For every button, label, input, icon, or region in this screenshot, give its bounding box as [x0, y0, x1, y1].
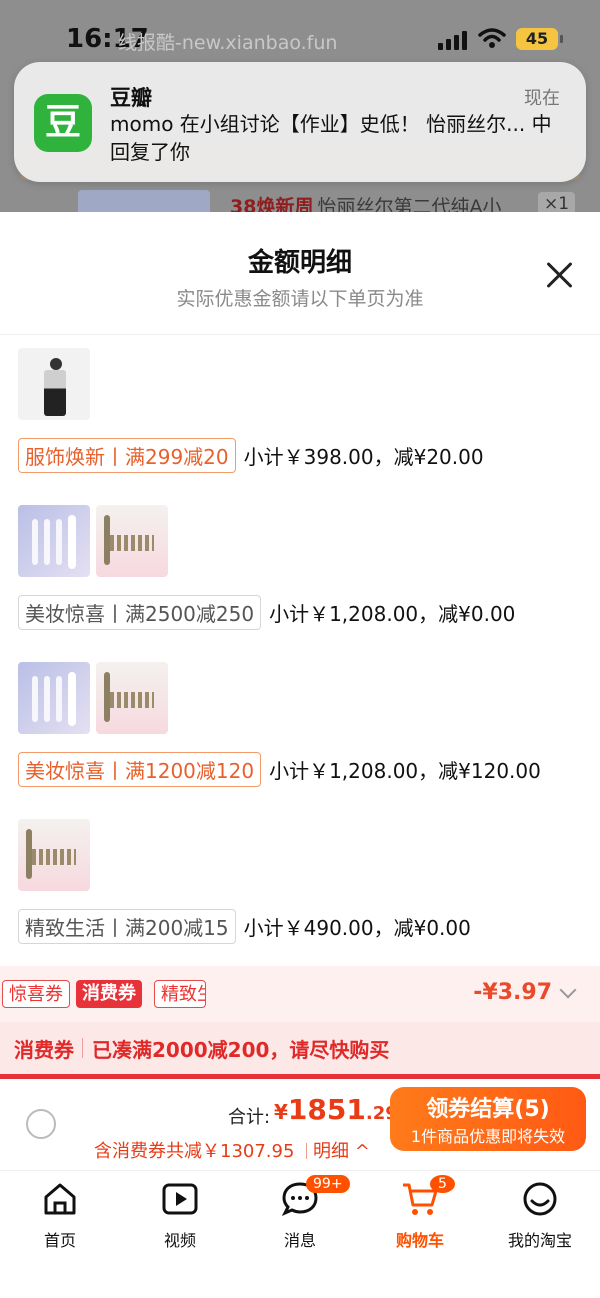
tab-label: 购物车 [395, 1231, 444, 1250]
coupon-tab-consumer[interactable]: 消费券 [76, 980, 142, 1008]
douban-app-icon: 豆 [34, 94, 92, 152]
discount-tag: 美妆惊喜丨满1200减120 [18, 752, 262, 787]
discount-group: 美妆惊喜丨满2500减250 小计￥1,208.00，减¥0.00 [18, 505, 515, 630]
coupon-message-label: 消费券 [14, 1038, 74, 1062]
tab-home[interactable]: 首页 [10, 1179, 110, 1251]
select-all-checkbox[interactable] [26, 1109, 56, 1139]
coupon-message-bar: 消费券 已凑满2000减200，请尽快购买 [0, 1022, 600, 1074]
battery-icon: 45 [516, 28, 563, 50]
sheet-subtitle: 实际优惠金额请以下单页为准 [176, 288, 424, 310]
discount-group: 美妆惊喜丨满1200减120 小计￥1,208.00，减¥120.00 [18, 662, 541, 787]
coupon-tab-lifestyle[interactable]: 精致生 [154, 980, 206, 1008]
discount-summary: 含消费券共减￥1307.95 [94, 1141, 295, 1162]
background-item-thumbnail [78, 190, 210, 212]
total-price: ¥1851.29 [274, 1093, 398, 1126]
product-thumbnail-clothing[interactable] [18, 348, 90, 420]
tab-label: 视频 [163, 1231, 196, 1250]
push-notification[interactable]: 豆 豆瓣 现在 momo 在小组讨论【作业】史低！ 怡丽丝尔... 中回复了你 [14, 62, 586, 182]
checkout-button[interactable]: 领券结算(5) 1件商品优惠即将失效 [390, 1087, 586, 1151]
sheet-divider [0, 334, 600, 335]
background-item-name: 怡丽丝尔第二代纯A小 [317, 196, 502, 212]
cart-count-badge: 5 [430, 1175, 455, 1193]
tab-my-taobao[interactable]: 我的淘宝 [490, 1179, 590, 1251]
tab-label: 消息 [283, 1231, 316, 1250]
checkout-bar: 合计: ¥1851.29 含消费券共减￥1307.95 明细 ^ 领券结算(5)… [0, 1079, 600, 1170]
cellular-signal-icon [438, 30, 467, 50]
subtotal-text: 小计￥490.00，减¥0.00 [243, 916, 471, 940]
coupon-strip: 惊喜券 消费券 精致生 -¥3.97 [0, 966, 600, 1022]
watermark: 线报酷-new.xianbao.fun [118, 32, 338, 54]
discount-tag: 精致生活丨满200减15 [18, 909, 236, 944]
total-label: 合计: [228, 1107, 271, 1128]
product-thumbnail-toothbrush[interactable] [18, 505, 90, 577]
home-icon [44, 1183, 76, 1215]
checkout-button-sublabel: 1件商品优惠即将失效 [410, 1127, 566, 1146]
chevron-up-icon: ^ [349, 1141, 370, 1162]
divider [82, 1038, 83, 1058]
notification-app-name: 豆瓣 [110, 86, 152, 110]
sheet-title: 金额明细 [247, 248, 352, 278]
tab-messages[interactable]: 99+ 消息 [250, 1175, 350, 1251]
coupon-amount[interactable]: -¥3.97 [473, 980, 552, 1005]
detail-toggle[interactable]: 明细 ^ [306, 1137, 370, 1163]
profile-icon [523, 1182, 557, 1216]
detail-label: 明细 [313, 1141, 349, 1162]
unread-badge: 99+ [306, 1175, 350, 1193]
coupon-message-text: 已凑满2000减200，请尽快购买 [92, 1038, 390, 1062]
discount-tag: 服饰焕新丨满299减20 [18, 438, 236, 473]
discount-group: 服饰焕新丨满299减20 小计￥398.00，减¥20.00 [18, 348, 484, 473]
total-integer: 1851 [287, 1093, 366, 1126]
background-item-title: 38焕新周 怡丽丝尔第二代纯A小 [230, 192, 501, 212]
wifi-icon [478, 28, 506, 48]
subtotal-text: 小计￥398.00，减¥20.00 [243, 445, 484, 469]
checkout-button-label: 领券结算(5) [426, 1097, 550, 1122]
status-bar: 16:17 线报酷-new.xianbao.fun 45 [0, 0, 600, 70]
bottom-tab-bar: 首页 视频 99+ 消息 5 购物车 我的淘宝 [0, 1170, 600, 1298]
tab-label: 我的淘宝 [507, 1231, 572, 1250]
subtotal-text: 小计￥1,208.00，减¥120.00 [269, 759, 541, 783]
amount-detail-sheet: 金额明细 实际优惠金额请以下单页为准 服饰焕新丨满299减20 小计￥398.0… [0, 212, 600, 1298]
background-item-tag: 38焕新周 [230, 196, 314, 212]
video-icon [162, 1183, 198, 1215]
discount-tag: 美妆惊喜丨满2500减250 [18, 595, 262, 630]
subtotal-text: 小计￥1,208.00，减¥0.00 [269, 602, 516, 626]
currency-symbol: ¥ [274, 1100, 288, 1124]
chevron-down-icon[interactable] [559, 981, 577, 999]
coupon-tab-surprise[interactable]: 惊喜券 [2, 980, 70, 1008]
product-thumbnail-beauty[interactable] [96, 505, 168, 577]
product-thumbnail-beauty[interactable] [96, 662, 168, 734]
product-thumbnail-beauty[interactable] [18, 819, 90, 891]
tab-video[interactable]: 视频 [130, 1179, 230, 1251]
discount-group: 精致生活丨满200减15 小计￥490.00，减¥0.00 [18, 819, 471, 944]
notification-time: 现在 [524, 88, 560, 109]
tab-label: 首页 [43, 1231, 76, 1250]
notification-body: momo 在小组讨论【作业】史低！ 怡丽丝尔... 中回复了你 [110, 112, 552, 164]
tab-cart[interactable]: 5 购物车 [370, 1175, 470, 1251]
background-item-qty: ×1 [538, 192, 576, 212]
product-thumbnail-toothbrush[interactable] [18, 662, 90, 734]
close-icon[interactable] [540, 256, 580, 296]
